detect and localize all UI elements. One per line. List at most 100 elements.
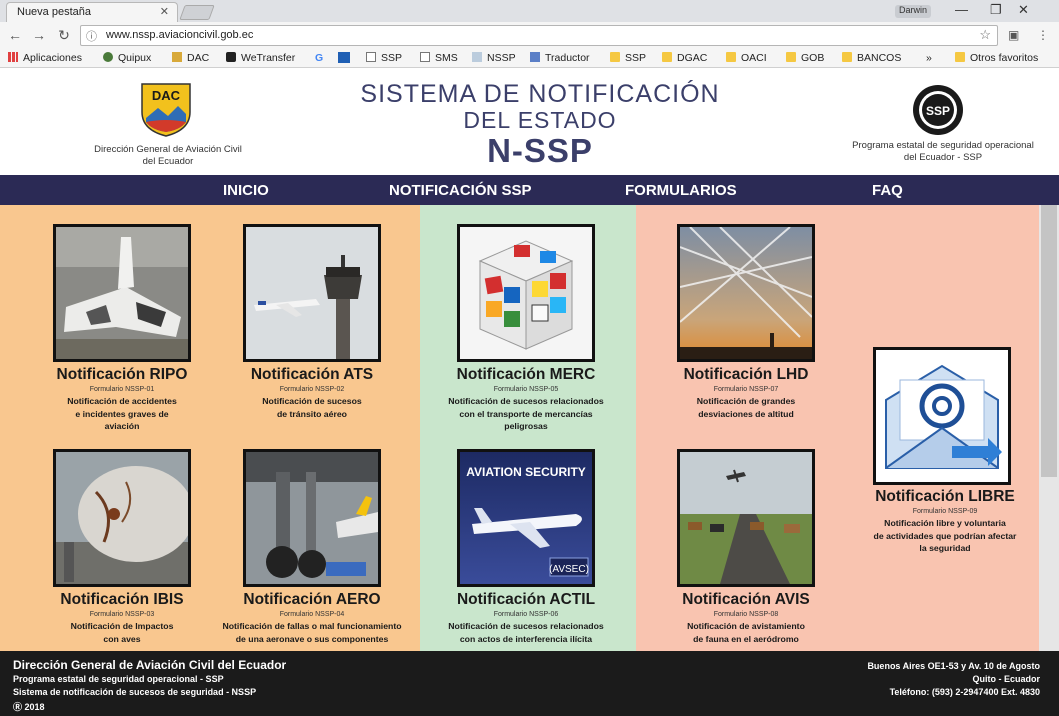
reload-icon[interactable]: ↻: [55, 27, 73, 44]
email-envelope-icon[interactable]: [873, 347, 1011, 485]
bookmark-wetransfer[interactable]: WeTransfer: [226, 52, 295, 64]
contrails-sky-photo[interactable]: [677, 224, 815, 362]
ssp-seal-logo[interactable]: SSP: [912, 84, 964, 136]
footer-address: Buenos Aires OE1-53 y Av. 10 de Agosto: [867, 661, 1040, 671]
nav-inicio[interactable]: INICIO: [223, 182, 269, 199]
bookmark-sms[interactable]: SMS: [420, 52, 458, 64]
crashed-airplane-photo[interactable]: [53, 224, 191, 362]
folder-icon: [662, 52, 672, 62]
ssp-caption: Programa estatal de seguridad operaciona…: [852, 140, 1034, 163]
card-ibis-form: Formulario NSSP-03: [89, 611, 155, 618]
folder-icon: [726, 52, 736, 62]
bookmark-other-favorites[interactable]: Otros favoritos: [955, 52, 1038, 64]
aviation-security-image[interactable]: AVIATION SECURITY (AVSEC): [457, 449, 595, 587]
bookmarks-overflow-button[interactable]: »: [926, 52, 932, 64]
card-ats-desc: Notificación de sucesos de tránsito aére…: [262, 396, 362, 419]
main-navigation: INICIO NOTIFICACIÓN SSP FORMULARIOS FAQ: [0, 175, 1059, 205]
browser-tab[interactable]: Nueva pestaña ✕: [6, 2, 178, 22]
close-window-icon[interactable]: ✕: [1018, 2, 1029, 18]
card-aero-form: Formulario NSSP-04: [279, 611, 345, 618]
crashed-airplane-art: [56, 227, 188, 359]
bookmarks-bar: Aplicaciones Quipux DAC WeTransfer G SSP…: [0, 49, 1059, 68]
bookmark-traductor[interactable]: Traductor: [530, 52, 590, 64]
nav-formularios[interactable]: FORMULARIOS: [625, 182, 737, 199]
card-aero-desc: Notificación de fallas o mal funcionamie…: [222, 621, 402, 644]
card-avis-title: Notificación AVIS: [682, 591, 810, 608]
card-lhd-title: Notificación LHD: [683, 366, 809, 383]
browser-tab-bar: Nueva pestaña ✕ Darwin — ❐ ✕: [0, 0, 1059, 22]
wetransfer-icon: [226, 52, 236, 62]
email-envelope-art: [876, 350, 1008, 482]
hazard-cube-art: [460, 227, 592, 359]
bookmark-dac[interactable]: DAC: [172, 52, 209, 64]
document-icon: [366, 52, 376, 62]
address-bar[interactable]: ⓘ www.nssp.aviacioncivil.gob.ec ☆: [80, 25, 998, 46]
svg-text:(AVSEC): (AVSEC): [549, 564, 589, 575]
card-libre-form: Formulario NSSP-09: [912, 508, 978, 515]
card-ripo-desc: Notificación de accidentes e incidentes …: [67, 396, 177, 431]
control-tower-photo[interactable]: [243, 224, 381, 362]
footer-copyright: Ⓡ 2018: [13, 702, 45, 712]
card-ats-form: Formulario NSSP-02: [279, 386, 345, 393]
card-ats-title: Notificación ATS: [250, 366, 374, 383]
dac-shield-logo[interactable]: DAC: [140, 82, 192, 138]
aviation-security-art: AVIATION SECURITY (AVSEC): [460, 452, 592, 584]
folder-icon: [842, 52, 852, 62]
control-tower-art: [246, 227, 378, 359]
outlook-icon: [338, 52, 350, 63]
scrollbar-thumb[interactable]: [1041, 205, 1057, 477]
bookmark-apps[interactable]: Aplicaciones: [8, 52, 82, 64]
nssp-icon: [472, 52, 482, 62]
extension-icon[interactable]: ▣: [1008, 28, 1019, 42]
hazard-cube-image[interactable]: [457, 224, 595, 362]
card-actil-desc: Notificación de sucesos relacionados con…: [448, 621, 604, 644]
bookmark-folder-bancos[interactable]: BANCOS: [842, 52, 901, 64]
card-lhd-form: Formulario NSSP-07: [713, 386, 779, 393]
profile-button[interactable]: Darwin: [895, 5, 932, 18]
bookmark-folder-ssp[interactable]: SSP: [610, 52, 646, 64]
card-merc-desc: Notificación de sucesos relacionados con…: [448, 396, 604, 431]
back-icon[interactable]: ←: [6, 27, 24, 43]
folder-icon: [955, 52, 965, 62]
menu-icon[interactable]: ⋮: [1037, 28, 1049, 42]
card-libre-title: Notificación LIBRE: [875, 488, 1015, 505]
new-tab-button[interactable]: [179, 5, 215, 20]
info-icon[interactable]: ⓘ: [86, 28, 97, 44]
bookmark-folder-gob[interactable]: GOB: [786, 52, 824, 64]
document-icon: [420, 52, 430, 62]
bookmark-google[interactable]: G: [315, 52, 323, 64]
minimize-icon[interactable]: —: [955, 2, 968, 17]
tab-title: Nueva pestaña: [17, 6, 91, 18]
bookmark-outlook[interactable]: [338, 52, 355, 65]
page-title-line3: N-SSP: [487, 132, 593, 169]
tab-close-icon[interactable]: ✕: [160, 5, 169, 18]
svg-text:AVIATION SECURITY: AVIATION SECURITY: [466, 465, 586, 479]
site-footer: Dirección General de Aviación Civil del …: [0, 651, 1059, 716]
cattle-runway-photo[interactable]: [677, 449, 815, 587]
bookmark-nssp[interactable]: NSSP: [472, 52, 516, 64]
restore-icon[interactable]: ❐: [990, 2, 1002, 18]
card-actil-title: Notificación ACTIL: [456, 591, 596, 608]
folder-icon: [786, 52, 796, 62]
card-ripo-form: Formulario NSSP-01: [89, 386, 155, 393]
bird-strike-nose-art: [56, 452, 188, 584]
nav-notificacion-ssp[interactable]: NOTIFICACIÓN SSP: [389, 182, 532, 199]
url-text: www.nssp.aviacioncivil.gob.ec: [106, 29, 254, 41]
bookmark-folder-dgac[interactable]: DGAC: [662, 52, 707, 64]
bird-strike-nose-photo[interactable]: [53, 449, 191, 587]
footer-phone: Teléfono: (593) 2-2947400 Ext. 4830: [889, 687, 1040, 697]
bookmark-quipux[interactable]: Quipux: [103, 52, 151, 64]
folder-icon: [610, 52, 620, 62]
cattle-runway-art: [680, 452, 812, 584]
site-header: DAC Dirección General de Aviación Civil …: [0, 68, 1059, 175]
bookmark-ssp[interactable]: SSP: [366, 52, 402, 64]
nav-faq[interactable]: FAQ: [872, 182, 903, 199]
card-libre-desc: Notificación libre y voluntaria de activ…: [873, 518, 1017, 553]
bookmark-folder-oaci[interactable]: OACI: [726, 52, 767, 64]
dac-caption: Dirección General de Aviación Civil del …: [94, 144, 242, 167]
landing-gear-photo[interactable]: [243, 449, 381, 587]
card-ibis-desc: Notificación de Impactos con aves: [70, 621, 174, 644]
forward-icon[interactable]: →: [30, 27, 48, 43]
bookmark-star-icon[interactable]: ☆: [979, 27, 991, 43]
svg-text:SSP: SSP: [926, 104, 950, 118]
